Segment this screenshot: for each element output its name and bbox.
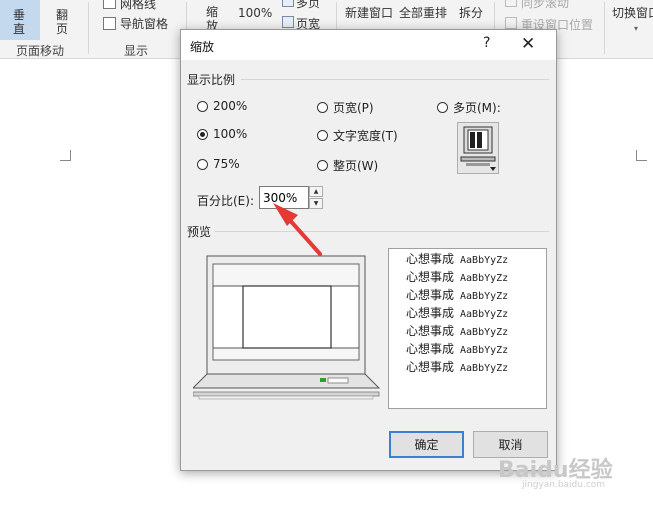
radio-200[interactable]: 200%	[197, 99, 247, 113]
section-divider	[215, 231, 549, 232]
radio-text-width[interactable]: 文字宽度(T)	[317, 127, 398, 144]
monitor-pages-icon	[460, 126, 496, 171]
preview-line: 心想事成 AaBbYyZz	[406, 270, 509, 284]
preview-line: 心想事成 AaBbYyZz	[406, 360, 509, 374]
radio-75-label: 75%	[213, 157, 240, 171]
page-move-group-label: 页面移动	[16, 44, 65, 58]
radio-100-label: 100%	[213, 127, 248, 141]
reset-window-icon	[505, 17, 517, 29]
nav-pane-label: 导航窗格	[120, 17, 169, 31]
preview-line: 心想事成 AaBbYyZz	[406, 306, 509, 320]
ok-button[interactable]: 确定	[389, 431, 464, 458]
preview-line: 心想事成 AaBbYyZz	[406, 288, 509, 302]
dialog-titlebar[interactable]: 缩放 ? ✕	[181, 30, 556, 60]
radio-many-pages[interactable]: 多页(M):	[437, 99, 501, 116]
percent-label: 百分比(E):	[197, 194, 254, 208]
page-corner-mark	[636, 150, 647, 161]
vertical-view-button[interactable]: 垂 直	[0, 0, 40, 40]
zoom-dialog: 缩放 ? ✕ 显示比例 200% 100% 75% 页宽(P) 文字宽度(T) …	[180, 29, 557, 471]
radio-whole-page-label: 整页(W)	[333, 159, 379, 173]
page-corner-mark	[60, 150, 71, 161]
close-icon[interactable]: ✕	[521, 34, 535, 54]
ribbon-separator	[604, 2, 605, 54]
multi-page-icon	[282, 0, 294, 7]
radio-page-width-label: 页宽(P)	[333, 101, 374, 115]
preview-text-box: 心想事成 AaBbYyZz 心想事成 AaBbYyZz 心想事成 AaBbYyZz 心…	[388, 248, 547, 409]
radio-button[interactable]	[197, 158, 208, 170]
arrange-all-button[interactable]: 全部重排	[399, 6, 447, 20]
radio-button-selected[interactable]	[197, 128, 208, 140]
preview-line: 心想事成 AaBbYyZz	[406, 252, 509, 266]
radio-button[interactable]	[317, 102, 328, 113]
zoom-label-1: 缩	[206, 5, 219, 19]
percent-input[interactable]	[259, 186, 309, 209]
watermark-url: jingyan.baidu.com	[522, 480, 606, 490]
gridlines-label: 网格线	[120, 0, 157, 11]
zoom-100-button[interactable]: 100%	[238, 6, 272, 20]
radio-button[interactable]	[197, 100, 208, 112]
show-group-label: 显示	[124, 44, 149, 58]
preview-label: 预览	[187, 225, 212, 239]
multi-page-button[interactable]: 多页	[296, 0, 320, 10]
preview-monitor-image	[193, 255, 381, 400]
dialog-title: 缩放	[190, 40, 215, 54]
spin-up-button[interactable]: ▲	[309, 186, 323, 197]
radio-many-pages-label: 多页(M):	[453, 101, 501, 115]
sync-scroll-button[interactable]: 同步滚动	[521, 0, 569, 10]
vertical-label-2: 直	[13, 22, 26, 36]
radio-75[interactable]: 75%	[197, 157, 240, 171]
gridlines-checkbox[interactable]	[103, 0, 116, 9]
chevron-down-icon[interactable]: ▾	[634, 22, 638, 36]
flip-label-1: 翻	[56, 8, 69, 22]
radio-100[interactable]: 100%	[197, 127, 247, 141]
many-pages-picker-button[interactable]	[457, 122, 499, 174]
switch-window-button[interactable]: 切换窗口	[612, 6, 653, 20]
radio-200-label: 200%	[213, 99, 248, 113]
radio-page-width[interactable]: 页宽(P)	[317, 99, 374, 116]
preview-line: 心想事成 AaBbYyZz	[406, 324, 509, 338]
flip-page-button[interactable]: 翻 页	[46, 0, 78, 40]
nav-pane-checkbox[interactable]	[103, 17, 116, 30]
spin-down-button[interactable]: ▼	[309, 198, 323, 209]
zoom-button[interactable]: 缩 放	[196, 0, 228, 33]
help-button[interactable]: ?	[483, 35, 490, 51]
ribbon-separator	[88, 2, 89, 54]
radio-button[interactable]	[317, 130, 328, 141]
radio-text-width-label: 文字宽度(T)	[333, 129, 398, 143]
flip-label-2: 页	[56, 22, 69, 36]
radio-button[interactable]	[437, 102, 448, 113]
zoom-to-label: 显示比例	[187, 73, 236, 87]
radio-whole-page[interactable]: 整页(W)	[317, 157, 378, 174]
split-button[interactable]: 拆分	[459, 6, 483, 20]
preview-line: 心想事成 AaBbYyZz	[406, 342, 509, 356]
radio-button[interactable]	[317, 160, 328, 171]
sync-scroll-icon	[505, 0, 517, 7]
new-window-button[interactable]: 新建窗口	[345, 6, 393, 20]
vertical-label-1: 垂	[13, 8, 26, 22]
page-width-icon	[282, 16, 294, 28]
section-divider	[241, 79, 549, 80]
